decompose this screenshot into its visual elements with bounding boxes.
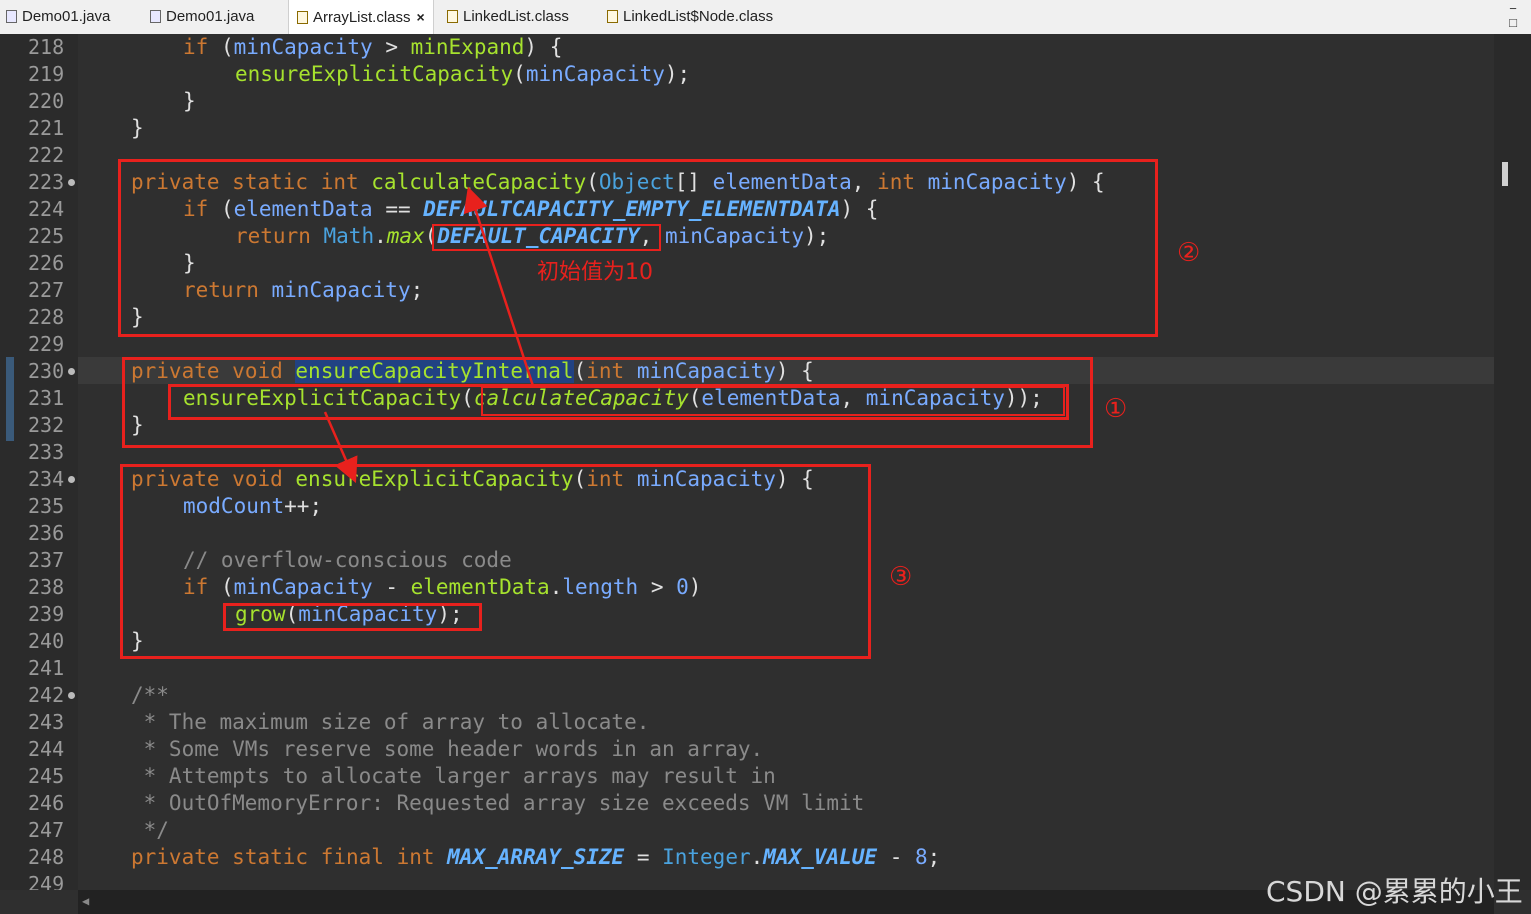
line-number: 249 (28, 872, 65, 890)
line-number: 222 (28, 143, 65, 167)
tab-label: LinkedList$Node.class (623, 8, 774, 25)
line-number: 226 (28, 251, 65, 275)
code-line-244: * Some VMs reserve some header words in … (131, 737, 764, 761)
fold-marker-icon[interactable] (68, 179, 75, 186)
annotation-mark-2: ② (1177, 238, 1201, 268)
line-number: 241 (28, 656, 65, 680)
line-number: 224 (28, 197, 65, 221)
class-file-icon (447, 10, 458, 23)
maximize-icon[interactable]: □ (1509, 16, 1517, 30)
fold-marker-icon[interactable] (68, 368, 75, 375)
annotation-note-initial-value: 初始值为10 (537, 260, 653, 285)
code-line-243: * The maximum size of array to allocate. (131, 710, 650, 734)
vertical-scrollbar[interactable] (1494, 34, 1531, 890)
line-number: 227 (28, 278, 65, 302)
line-number: 238 (28, 575, 65, 599)
class-file-icon (607, 10, 618, 23)
code-line-245: * Attempts to allocate larger arrays may… (131, 764, 776, 788)
line-number: 240 (28, 629, 65, 653)
annotation-mark-3: ③ (889, 562, 913, 592)
code-line-219: ensureExplicitCapacity(minCapacity); (235, 62, 691, 86)
watermark: CSDN @累累的小王 (1266, 875, 1523, 908)
class-file-icon (297, 11, 308, 24)
java-file-icon (150, 10, 161, 23)
code-line-248: private static final int MAX_ARRAY_SIZE … (131, 845, 941, 869)
tab-label: Demo01.java (166, 8, 255, 25)
fold-marker-icon[interactable] (68, 692, 75, 699)
close-icon[interactable]: × (417, 9, 425, 25)
line-number: 236 (28, 521, 65, 545)
tab-demo01-java-2[interactable]: Demo01.java (150, 0, 254, 34)
line-number: 239 (28, 602, 65, 626)
line-number: 237 (28, 548, 65, 572)
line-number: 245 (28, 764, 65, 788)
editor-tab-bar: Demo01.java Demo01.java ArrayList.class ×… (0, 0, 1531, 35)
vertical-scrollbar-thumb[interactable] (1502, 162, 1508, 186)
tab-label: Demo01.java (22, 8, 111, 25)
tab-arraylist-class[interactable]: ArrayList.class × (288, 0, 434, 34)
change-marker-bar (6, 357, 14, 441)
code-line-220: } (183, 89, 196, 113)
tab-linkedlist-class[interactable]: LinkedList.class (447, 0, 569, 34)
line-number: 248 (28, 845, 65, 869)
line-number: 247 (28, 818, 65, 842)
line-number: 231 (28, 386, 65, 410)
java-file-icon (6, 10, 17, 23)
line-number: 228 (28, 305, 65, 329)
line-number: 220 (28, 89, 65, 113)
annotation-box-calculate-call (481, 386, 1065, 416)
window-controls: − □ (1509, 2, 1517, 30)
fold-marker-icon[interactable] (68, 476, 75, 483)
tab-demo01-java-1[interactable]: Demo01.java (6, 0, 110, 34)
code-line-242: /** (131, 683, 169, 707)
line-number: 230 (28, 359, 65, 383)
tab-label: LinkedList.class (463, 8, 569, 25)
line-number: 246 (28, 791, 65, 815)
scroll-left-icon[interactable]: ◀ (82, 894, 89, 908)
tab-label: ArrayList.class (313, 9, 411, 26)
line-number: 233 (28, 440, 65, 464)
code-line-246: * OutOfMemoryError: Requested array size… (131, 791, 865, 815)
line-number: 218 (28, 35, 65, 59)
line-number: 223 (28, 170, 65, 194)
minimize-icon[interactable]: − (1509, 2, 1517, 16)
annotation-mark-1: ① (1104, 394, 1128, 424)
tab-linkedlist-node-class[interactable]: LinkedList$Node.class (607, 0, 773, 34)
annotation-box-default-capacity (432, 224, 661, 251)
line-number: 225 (28, 224, 65, 248)
line-number: 229 (28, 332, 65, 356)
line-number: 243 (28, 710, 65, 734)
code-line-218: if (minCapacity > minExpand) { (183, 35, 563, 59)
line-number: 242 (28, 683, 65, 707)
line-number: 219 (28, 62, 65, 86)
line-number: 244 (28, 737, 65, 761)
line-number: 234 (28, 467, 65, 491)
line-number: 235 (28, 494, 65, 518)
code-line-247: */ (131, 818, 169, 842)
line-number: 232 (28, 413, 65, 437)
code-line-221: } (131, 116, 144, 140)
annotation-box-grow-call (223, 603, 482, 631)
line-number: 221 (28, 116, 65, 140)
